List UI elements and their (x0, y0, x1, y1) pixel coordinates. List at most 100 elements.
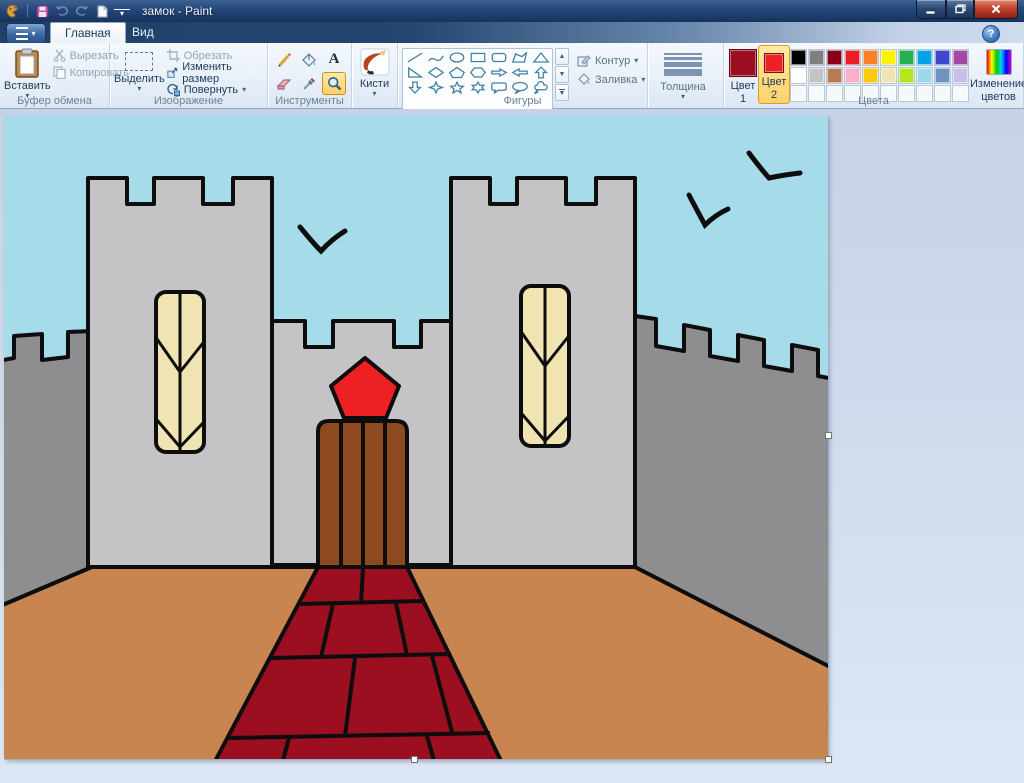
shape-callout-oval-icon[interactable] (509, 80, 530, 95)
shape-star-5-icon[interactable] (446, 80, 467, 95)
palette-swatch[interactable] (898, 49, 915, 66)
shape-star-6-icon[interactable] (467, 80, 488, 95)
resize-icon (167, 66, 178, 79)
palette-swatch[interactable] (862, 67, 879, 84)
scissors-icon (53, 49, 66, 62)
shape-star-4-icon[interactable] (425, 80, 446, 95)
shape-rounded-rectangle-icon[interactable] (488, 50, 509, 65)
rainbow-icon (986, 49, 1012, 75)
shape-ellipse-icon[interactable] (446, 50, 467, 65)
shape-rectangle-icon[interactable] (467, 50, 488, 65)
group-shapes: ▲ ▼ ▼ Контур ▾ Заливка ▾ (398, 43, 648, 108)
brushes-button[interactable]: Кисти ▾ (356, 45, 393, 98)
color-picker-icon[interactable] (297, 72, 321, 95)
castle-drawing (4, 115, 828, 759)
maximize-button[interactable] (946, 0, 974, 19)
paint-app-icon[interactable] (5, 3, 21, 19)
shape-pentagon-icon[interactable] (446, 65, 467, 80)
scroll-down-icon[interactable]: ▼ (555, 66, 569, 83)
group-clipboard: Вставить ▾ Вырезать Копировать Буфер обм… (0, 43, 110, 108)
eraser-icon[interactable] (272, 72, 296, 95)
palette-swatch[interactable] (898, 67, 915, 84)
chevron-down-icon: ▾ (681, 93, 685, 101)
group-label: Цвета (724, 95, 1023, 107)
fill-bucket-icon[interactable] (297, 48, 321, 71)
select-button[interactable]: Выделить ▾ (114, 45, 165, 93)
menu-icon (16, 27, 28, 40)
color1-swatch (729, 49, 757, 77)
canvas-resize-handle-corner[interactable] (825, 756, 832, 763)
group-label: Инструменты (268, 95, 351, 107)
palette-swatch[interactable] (790, 67, 807, 84)
outline-dropdown[interactable]: Контур ▾ (577, 54, 645, 67)
palette-swatch[interactable] (862, 49, 879, 66)
tools-grid: A (272, 45, 346, 95)
palette-swatch[interactable] (880, 67, 897, 84)
application-menu-button[interactable]: ▾ (6, 23, 46, 44)
shape-callout-rounded-icon[interactable] (488, 80, 509, 95)
palette-swatch[interactable] (880, 49, 897, 66)
selection-rectangle-icon (125, 52, 153, 71)
shape-curve-icon[interactable] (425, 50, 446, 65)
clipboard-icon (14, 48, 40, 78)
chevron-down-icon: ▾ (31, 30, 35, 38)
palette-swatch[interactable] (808, 49, 825, 66)
resize-button[interactable]: Изменить размер (165, 65, 263, 80)
redo-icon (74, 3, 90, 19)
close-button[interactable] (974, 0, 1018, 19)
shape-diamond-icon[interactable] (425, 65, 446, 80)
palette-swatch[interactable] (808, 67, 825, 84)
palette-swatch[interactable] (844, 67, 861, 84)
shape-arrow-down-icon[interactable] (404, 80, 425, 95)
palette-swatch[interactable] (844, 49, 861, 66)
tab-view[interactable]: Вид (118, 22, 168, 43)
shape-line-icon[interactable] (404, 50, 425, 65)
image-small-buttons: Обрезать Изменить размер Повернуть ▾ (165, 45, 263, 97)
canvas-resize-handle-bottom[interactable] (411, 756, 418, 763)
new-document-icon[interactable] (94, 3, 110, 19)
palette-swatch[interactable] (952, 67, 969, 84)
tab-home[interactable]: Главная (50, 22, 126, 44)
drawing-canvas[interactable] (4, 115, 828, 759)
window-title: замок - Paint (142, 4, 212, 18)
group-tools: A Инструменты (268, 43, 352, 108)
color2-swatch (764, 53, 784, 73)
outline-icon (577, 54, 591, 67)
shape-triangle-icon[interactable] (530, 50, 551, 65)
save-icon[interactable] (34, 3, 50, 19)
group-thickness: Толщина ▾ (648, 43, 724, 108)
shape-right-triangle-icon[interactable] (404, 65, 425, 80)
shape-callout-cloud-icon[interactable] (530, 80, 551, 95)
palette-swatch[interactable] (934, 67, 951, 84)
help-icon[interactable]: ? (982, 25, 1000, 43)
shape-arrow-left-icon[interactable] (509, 65, 530, 80)
scroll-up-icon[interactable]: ▲ (555, 48, 569, 65)
shape-arrow-right-icon[interactable] (488, 65, 509, 80)
shape-hexagon-icon[interactable] (467, 65, 488, 80)
group-label: Фигуры (398, 95, 647, 107)
workspace (0, 109, 1024, 783)
palette-swatch[interactable] (916, 67, 933, 84)
shape-polygon-icon[interactable] (509, 50, 530, 65)
chevron-down-icon: ▾ (641, 76, 645, 84)
canvas-resize-handle-right[interactable] (825, 432, 832, 439)
palette-swatch[interactable] (790, 49, 807, 66)
fill-dropdown[interactable]: Заливка ▾ (577, 73, 645, 86)
text-icon[interactable]: A (322, 48, 346, 71)
line-weights-icon (664, 51, 702, 78)
customize-quick-access-icon[interactable]: ▾ (114, 9, 130, 18)
palette-swatch[interactable] (916, 49, 933, 66)
paste-button[interactable]: Вставить ▾ (4, 45, 51, 100)
minimize-button[interactable] (916, 0, 946, 19)
window-controls (916, 0, 1018, 19)
thickness-button[interactable]: Толщина ▾ (652, 45, 714, 101)
fill-icon (577, 73, 591, 86)
palette-swatch[interactable] (826, 49, 843, 66)
magnifier-icon[interactable] (322, 72, 346, 95)
palette-swatch[interactable] (952, 49, 969, 66)
palette-swatch[interactable] (934, 49, 951, 66)
pencil-icon[interactable] (272, 48, 296, 71)
palette-swatch[interactable] (826, 67, 843, 84)
divider (27, 4, 28, 18)
shape-arrow-up-icon[interactable] (530, 65, 551, 80)
